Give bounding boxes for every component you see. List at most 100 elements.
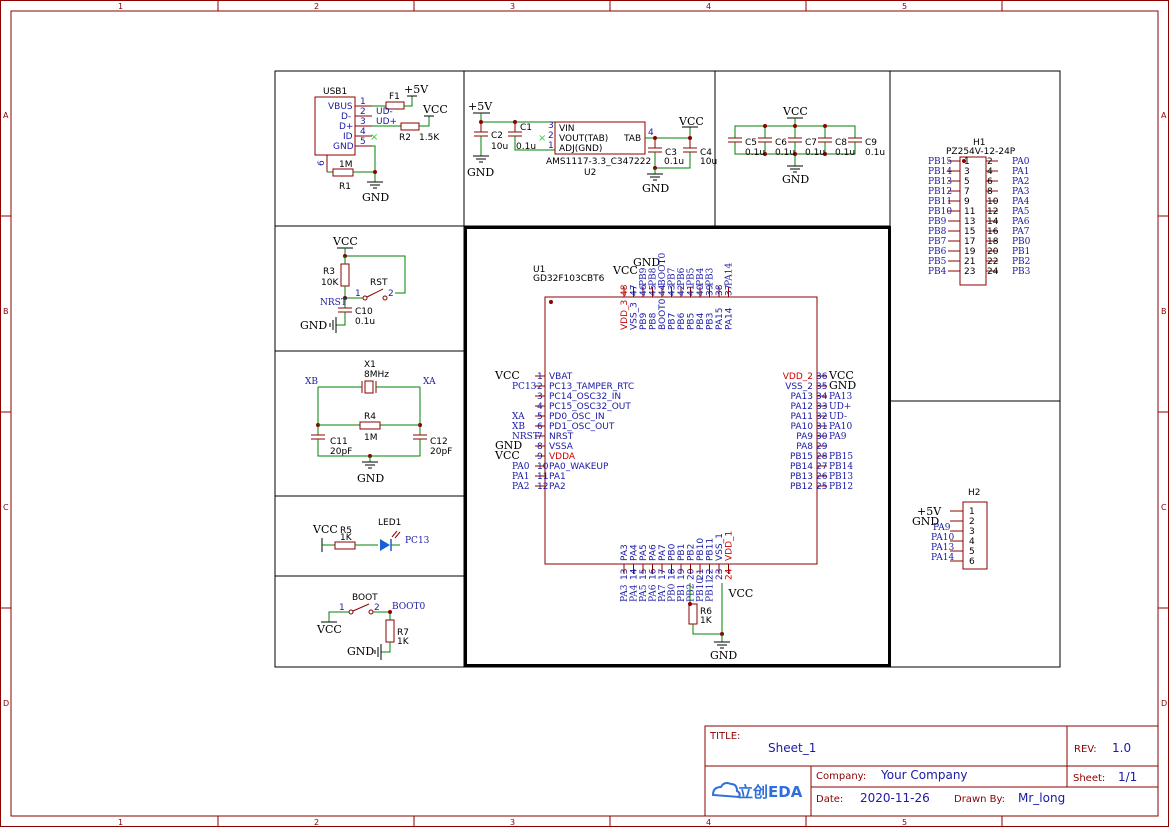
col-1: 1 <box>118 2 123 11</box>
rst-vcc: VCC <box>332 235 358 248</box>
h1-odd-pin: 21 <box>964 257 975 267</box>
xtal-gnd: GND <box>357 472 384 485</box>
h1-odd-pin: 5 <box>964 177 970 187</box>
mcu-right-pin: PA13 <box>791 392 813 402</box>
mcu-left-pin: PD1_OSC_OUT <box>549 422 615 432</box>
usb-pin-dp: D+ <box>339 122 353 132</box>
h2-p3: 3 <box>969 527 975 537</box>
decoupling-caps: VCC C5 0.1u C6 0.1u C7 0.1u C8 0.1u C9 0… <box>728 105 885 186</box>
mcu-top-net: PB5 <box>687 267 697 286</box>
col-4: 4 <box>706 2 711 11</box>
h1-even-pin: 6 <box>987 177 993 187</box>
mcu-bottom-pin: PB0 <box>668 543 678 561</box>
mcu-left-num: 11 <box>537 472 548 482</box>
h1-right-label: PA5 <box>1012 207 1030 217</box>
c2-val: 10u <box>491 142 508 152</box>
led-pc13: PC13 <box>405 536 430 546</box>
mcu-bottom-num: 24 <box>725 568 735 580</box>
mcu-right-pin: PB13 <box>790 472 813 482</box>
c8-val: 0.1u <box>835 148 855 158</box>
mcu-right-num: 25 <box>816 482 827 492</box>
col-4b: 4 <box>706 818 711 827</box>
mcu-bottom-num: 17 <box>658 569 668 580</box>
h1-right-label: PA2 <box>1012 177 1029 187</box>
mcu-right-pin: PB15 <box>790 452 813 462</box>
h1-right-label: PB1 <box>1012 247 1030 257</box>
h1-even-pin: 10 <box>987 197 999 207</box>
mcu-top-num: 38 <box>715 284 725 296</box>
c12-ref: C12 <box>430 437 448 447</box>
mcu-left-num: 6 <box>537 422 543 432</box>
mcu-bottom-net: PB0 <box>668 583 678 602</box>
ldo-5v: +5V <box>468 100 493 113</box>
mcu-right-net: PB14 <box>829 462 853 472</box>
h1-left-label: PB14 <box>928 167 952 177</box>
h1-right-label: PA1 <box>1012 167 1029 177</box>
mcu-right-pin: VSS_2 <box>785 382 813 392</box>
usb-udm: UD- <box>376 107 393 117</box>
mcu-top-pin: PB9 <box>639 312 649 330</box>
ldo-ref: U2 <box>584 168 596 178</box>
h1-left-label: PB13 <box>928 177 952 187</box>
mcu-bottom-net: PA7 <box>658 584 668 602</box>
h1-right-label: PA6 <box>1012 217 1030 227</box>
mcu-bottom-pin: VSS_1 <box>715 533 725 561</box>
date-value: 2020-11-26 <box>860 791 930 805</box>
mcu-left-num: 1 <box>537 372 543 382</box>
mcu-bottom-num: 13 <box>620 569 630 580</box>
mcu-left-net: VCC <box>494 369 520 382</box>
c5-ref: C5 <box>745 138 757 148</box>
col-3b: 3 <box>510 818 515 827</box>
usb-n4: 4 <box>360 127 366 137</box>
mcu-top-pin: PB6 <box>677 312 687 330</box>
mcu-right-net: PA9 <box>829 432 847 442</box>
c2-ref: C2 <box>491 131 503 141</box>
mcu-block: U1 GD32F103CBT6 GND VCC 1 VBATVCC2 PC13_TA… <box>494 252 856 662</box>
mcu-bottom-net: PA3 <box>620 584 630 602</box>
usb-vcc: VCC <box>422 103 448 116</box>
mcu-right-num: 35 <box>816 382 827 392</box>
c3-val: 0.1u <box>664 157 684 167</box>
r1-ref: R1 <box>339 182 351 192</box>
ldo-tab: TAB <box>623 134 641 144</box>
mcu-right-num: 33 <box>816 402 827 412</box>
rst-ref: RST <box>370 278 388 288</box>
f1-ref: F1 <box>389 92 400 102</box>
caps-vcc: VCC <box>782 105 808 118</box>
boot-gnd: GND <box>347 645 374 658</box>
mcu-left-pin: PC15_OSC32_OUT <box>549 402 631 412</box>
mcu-right-num: 30 <box>816 432 828 442</box>
mcu-left-net: XB <box>512 422 525 432</box>
mcu-right-pin: PA12 <box>791 402 813 412</box>
x1-val: 8MHz <box>364 370 389 380</box>
c6-ref: C6 <box>775 138 787 148</box>
ldo-vcc: VCC <box>678 115 704 128</box>
r3-ref: R3 <box>323 267 335 277</box>
rst-p1: 1 <box>355 289 361 299</box>
c1-ref: C1 <box>520 123 532 133</box>
usb-gnd: GND <box>362 191 389 204</box>
mcu-right-net: PA10 <box>829 422 852 432</box>
h1-odd-pin: 19 <box>964 247 976 257</box>
mcu-left-num: 9 <box>537 452 543 462</box>
h2-p5: 5 <box>969 547 975 557</box>
mcu-bottom-net: PB10 <box>696 578 706 602</box>
mcu-left-pin: VBAT <box>549 372 573 382</box>
drawn-label: Drawn By: <box>954 794 1005 805</box>
h1-left-label: PB15 <box>928 157 952 167</box>
ldo-gnd2: GND <box>642 182 669 195</box>
mcu-left-num: 10 <box>537 462 549 472</box>
xtal-xa: XA <box>423 377 436 387</box>
mcu-top-net: PB4 <box>696 267 706 286</box>
c10-val: 0.1u <box>355 317 375 327</box>
row-d: D <box>3 699 9 708</box>
boot-ref: BOOT <box>352 593 378 603</box>
mcu-part: GD32F103CBT6 <box>533 274 605 284</box>
mcu-top-net: PB6 <box>677 267 687 286</box>
h1-right-label: PA3 <box>1012 187 1030 197</box>
h1-even-pin: 2 <box>987 157 993 167</box>
h1-odd-pin: 17 <box>964 237 975 247</box>
mcu-top-pin: VSS_3 <box>630 302 640 330</box>
mcu-left-net: PA1 <box>512 472 529 482</box>
usb-n5: 5 <box>360 137 366 147</box>
